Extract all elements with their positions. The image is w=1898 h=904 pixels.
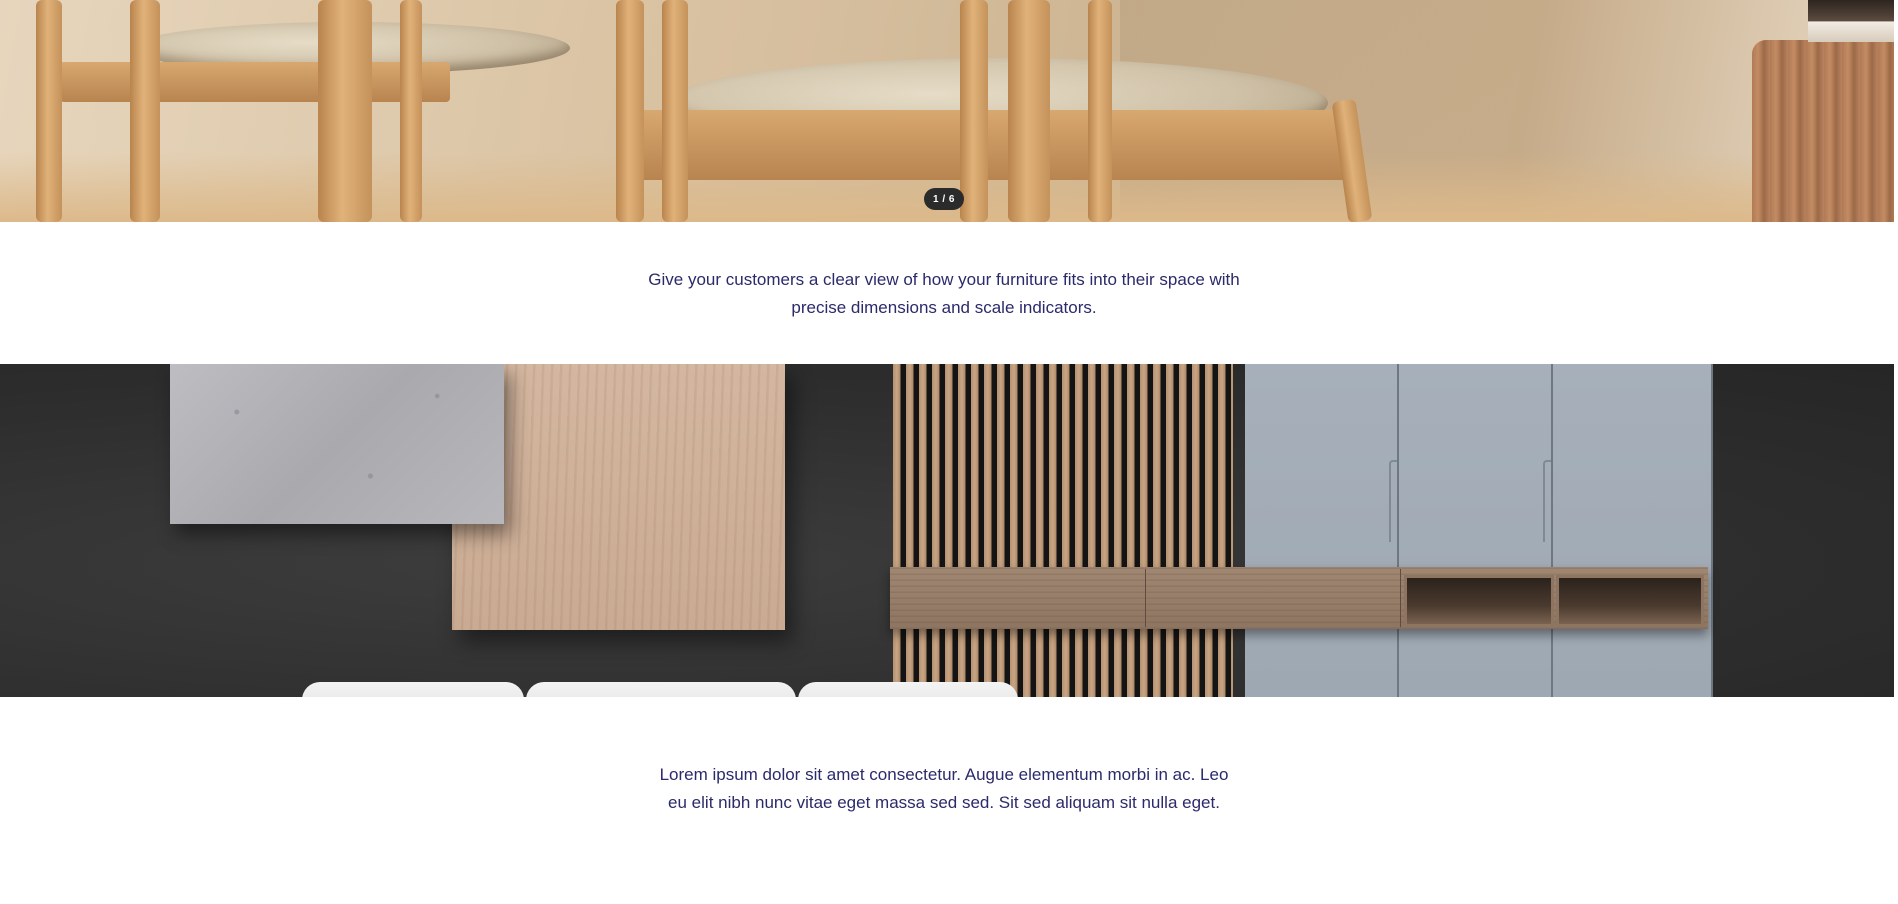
intro-text-block: Give your customers a clear view of how … [0, 266, 1888, 322]
wood-shelf [890, 567, 1708, 629]
shelf-seam [1400, 569, 1401, 627]
cabinet-door-divider [1397, 364, 1399, 697]
hero-image-chairs: 1 / 6 [0, 0, 1894, 222]
chair-frame-main [640, 110, 1350, 180]
chair-leg [960, 0, 988, 222]
shelf-seam [1145, 569, 1146, 627]
materials-image [0, 364, 1894, 697]
chair-rail-left [60, 62, 450, 102]
sofa-cushion [526, 682, 796, 697]
cabinet-door-divider [1551, 364, 1553, 697]
table-leg [318, 0, 372, 222]
table-leg [1008, 0, 1050, 222]
intro-text: Give your customers a clear view of how … [648, 270, 1240, 317]
books [1808, 0, 1894, 42]
wardrobe-cabinet [1245, 364, 1713, 697]
page: 1 / 6 Give your customers a clear view o… [0, 0, 1898, 904]
chair-leg [662, 0, 688, 222]
cabinet-handle [1389, 460, 1397, 542]
side-table-stump [1752, 40, 1894, 222]
shelf-niche [1556, 575, 1704, 627]
cabinet-handle [1543, 460, 1551, 542]
sofa-cushion [302, 682, 524, 697]
chair-leg [400, 0, 422, 222]
wood-slat-panel [893, 364, 1233, 697]
chair-leg [130, 0, 160, 222]
chair-leg [36, 0, 62, 222]
cabinet-door-divider [1711, 364, 1713, 697]
sofa-cushion [798, 682, 1018, 697]
description-text: Lorem ipsum dolor sit amet consectetur. … [659, 765, 1229, 812]
chair-leg [616, 0, 644, 222]
chair-leg [1088, 0, 1112, 222]
description-text-block: Lorem ipsum dolor sit amet consectetur. … [0, 761, 1888, 817]
concrete-swatch [170, 364, 504, 524]
slide-counter-badge: 1 / 6 [924, 188, 964, 210]
shelf-niche [1404, 575, 1554, 627]
